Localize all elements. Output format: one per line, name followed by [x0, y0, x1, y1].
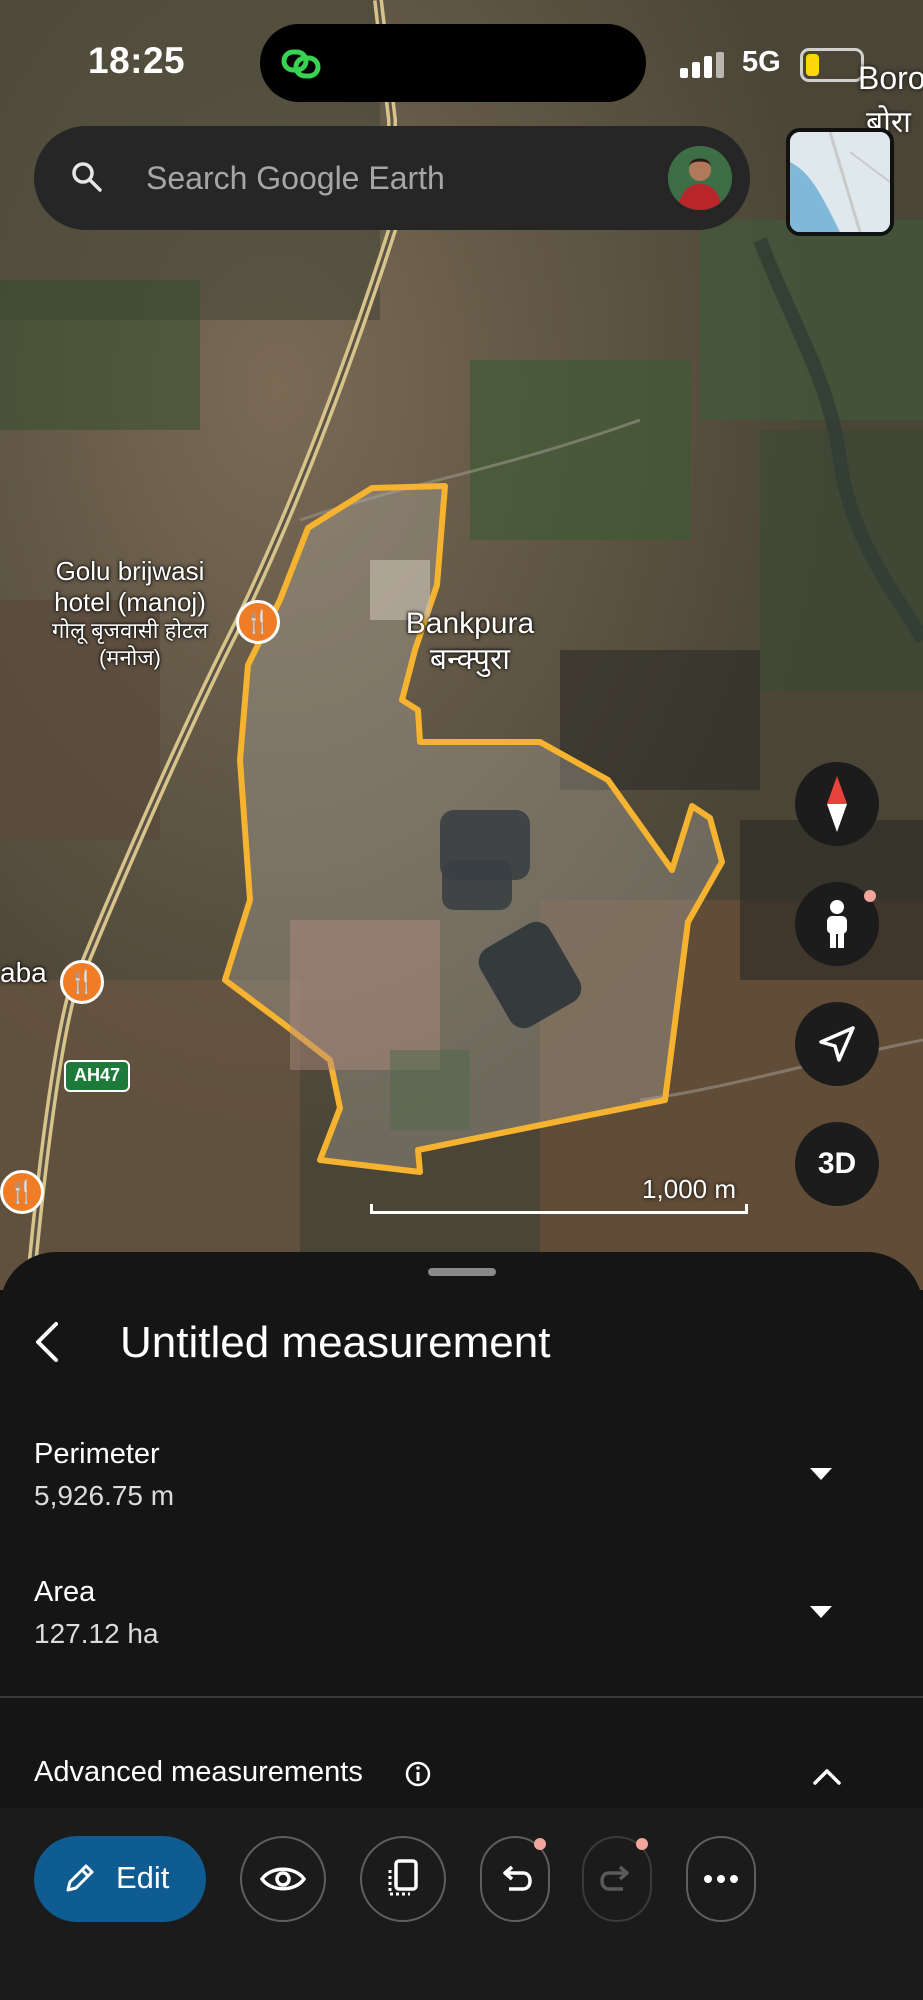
back-arrow-icon[interactable]	[30, 1320, 66, 1364]
info-icon[interactable]	[404, 1760, 432, 1788]
visibility-button[interactable]	[240, 1836, 326, 1922]
area-unit-dropdown[interactable]	[810, 1606, 832, 1618]
avatar[interactable]	[668, 146, 732, 210]
compass-button[interactable]	[795, 762, 879, 846]
notification-dot	[864, 890, 876, 902]
notification-dot	[534, 1838, 546, 1850]
perimeter-value: 5,926.75 m	[34, 1480, 175, 1511]
more-options-button[interactable]	[686, 1836, 756, 1922]
eye-icon	[259, 1867, 307, 1891]
scale-bar: 1,000 m	[370, 1174, 748, 1214]
restaurant-icon[interactable]: 🍴	[236, 600, 280, 644]
signal-icon	[680, 52, 724, 78]
place-local-name: बन्क्पुरा	[429, 643, 511, 676]
status-bar: 18:25 5G Boro बोरा	[0, 0, 923, 139]
navigation-arrow-icon	[819, 1026, 855, 1062]
perimeter-label: Perimeter	[34, 1438, 160, 1470]
map-layers-button[interactable]	[786, 128, 894, 236]
measurement-title[interactable]: Untitled measurement	[120, 1318, 550, 1368]
map-edge-label: Boro	[858, 60, 923, 96]
network-type: 5G	[742, 46, 781, 78]
pencil-icon	[66, 1864, 94, 1892]
dynamic-island[interactable]	[260, 24, 646, 102]
place-label-bankpura[interactable]: Bankpura बन्क्पुरा	[380, 606, 560, 678]
edit-button[interactable]: Edit	[34, 1836, 206, 1922]
advanced-measurements-label[interactable]: Advanced measurements	[34, 1756, 363, 1789]
more-icon	[704, 1875, 738, 1883]
compass-icon	[827, 776, 847, 832]
copy-icon	[388, 1859, 418, 1896]
duplicate-button[interactable]	[360, 1836, 446, 1922]
area-value: 127.12 ha	[34, 1618, 159, 1649]
link-icon	[281, 49, 321, 79]
measurement-sheet: Untitled measurement Perimeter 5,926.75 …	[0, 1252, 923, 2000]
redo-icon	[600, 1865, 629, 1891]
restaurant-icon[interactable]: 🍴	[0, 1170, 44, 1214]
notification-dot	[636, 1838, 648, 1850]
scale-label: 1,000 m	[642, 1174, 736, 1204]
place-name: Bankpura	[405, 607, 535, 640]
sheet-handle[interactable]	[428, 1268, 496, 1276]
3d-toggle-button[interactable]: 3D	[795, 1122, 879, 1206]
place-label-partial[interactable]: aba	[0, 956, 47, 990]
place-name: Golu brijwasi hotel (manoj)	[54, 556, 206, 618]
edit-button-label: Edit	[116, 1860, 170, 1895]
search-input[interactable]: Search Google Earth	[146, 160, 445, 197]
search-bar[interactable]: Search Google Earth	[34, 126, 750, 230]
status-time: 18:25	[88, 40, 186, 81]
area-label: Area	[34, 1576, 96, 1608]
perimeter-unit-dropdown[interactable]	[810, 1468, 832, 1480]
my-location-button[interactable]	[795, 1002, 879, 1086]
measurement-toolbar: Edit	[0, 1808, 923, 2000]
scale-line	[370, 1204, 748, 1214]
undo-icon	[503, 1865, 532, 1891]
place-label[interactable]: Golu brijwasi hotel (manoj) गोलू बृजवासी…	[40, 556, 220, 671]
pegman-icon	[827, 900, 847, 948]
divider	[0, 1696, 923, 1698]
search-icon	[72, 162, 102, 192]
profile-photo	[668, 146, 732, 210]
map-thumbnail-icon	[790, 132, 890, 232]
restaurant-icon[interactable]: 🍴	[60, 960, 104, 1004]
chevron-up-icon[interactable]	[812, 1766, 842, 1786]
battery-icon	[800, 48, 864, 82]
battery-level	[806, 54, 819, 76]
place-local-name: गोलू बृजवासी होटल (मनोज)	[52, 618, 208, 670]
highway-shield: AH47	[64, 1060, 130, 1092]
